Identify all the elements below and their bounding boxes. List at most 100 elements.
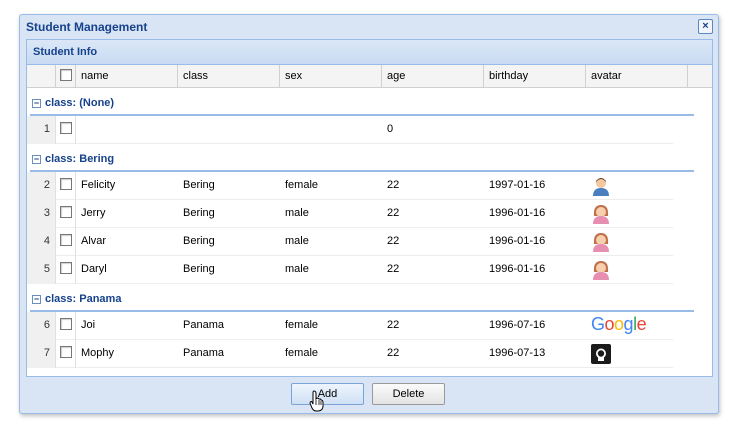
row-select-cell[interactable]: [55, 200, 76, 228]
user-female-icon: [591, 233, 611, 255]
panel-title: Student Info: [27, 40, 712, 65]
cell-avatar[interactable]: [586, 200, 671, 228]
add-button[interactable]: Add: [291, 383, 364, 405]
header-rownumber: [27, 65, 55, 88]
row-number: 4: [27, 228, 55, 256]
cell-avatar[interactable]: [586, 256, 671, 284]
collapse-icon[interactable]: −: [32, 155, 41, 164]
cell-birthday[interactable]: 1996-01-16: [484, 228, 586, 256]
group-label: class: (None): [45, 97, 115, 109]
cell-sex[interactable]: [280, 116, 382, 144]
window-header: Student Management ×: [20, 15, 718, 38]
cell-birthday[interactable]: [484, 116, 586, 144]
column-header-birthday[interactable]: birthday: [484, 65, 586, 88]
cell-name[interactable]: Felicity: [76, 172, 178, 200]
row-select-cell[interactable]: [55, 312, 76, 340]
cell-birthday[interactable]: 1997-01-16: [484, 172, 586, 200]
cell-name[interactable]: Mophy: [76, 340, 178, 368]
cell-sex[interactable]: female: [280, 312, 382, 340]
grid-header: name class sex age birthday avatar: [27, 65, 712, 88]
delete-button[interactable]: Delete: [372, 383, 445, 405]
table-row[interactable]: 6 Joi Panama female 22 1996-07-16 Google: [27, 312, 673, 340]
student-info-panel: Student Info name class sex age birthday…: [26, 39, 713, 377]
google-logo-icon: Google: [591, 314, 647, 334]
column-header-avatar[interactable]: avatar: [586, 65, 688, 88]
cell-name[interactable]: Jerry: [76, 200, 178, 228]
group-header[interactable]: − class: Bering: [27, 144, 712, 172]
student-management-window: Student Management × Student Info name c…: [19, 14, 719, 414]
cell-sex[interactable]: male: [280, 228, 382, 256]
cell-birthday[interactable]: 1996-07-16: [484, 312, 586, 340]
cell-avatar[interactable]: [586, 172, 671, 200]
cell-birthday[interactable]: 1996-07-13: [484, 340, 586, 368]
table-row[interactable]: 2 Felicity Bering female 22 1997-01-16: [27, 172, 673, 200]
cell-sex[interactable]: male: [280, 256, 382, 284]
collapse-icon[interactable]: −: [32, 99, 41, 108]
cell-birthday[interactable]: 1996-01-16: [484, 256, 586, 284]
row-checkbox[interactable]: [60, 178, 72, 190]
group-divider: [30, 170, 694, 172]
cell-age[interactable]: 22: [382, 200, 484, 228]
column-header-age[interactable]: age: [382, 65, 484, 88]
cell-sex[interactable]: female: [280, 172, 382, 200]
group-header[interactable]: − class: (None): [27, 88, 712, 116]
collapse-icon[interactable]: −: [32, 295, 41, 304]
cell-name[interactable]: Joi: [76, 312, 178, 340]
cell-class[interactable]: Bering: [178, 172, 280, 200]
github-logo-icon: [591, 344, 611, 367]
cell-sex[interactable]: male: [280, 200, 382, 228]
cell-name[interactable]: [76, 116, 178, 144]
group-header[interactable]: − class: Panama: [27, 284, 712, 312]
cell-class[interactable]: Bering: [178, 228, 280, 256]
column-header-class[interactable]: class: [178, 65, 280, 88]
cell-name[interactable]: Daryl: [76, 256, 178, 284]
select-all-checkbox[interactable]: [60, 69, 72, 81]
row-checkbox[interactable]: [60, 234, 72, 246]
row-select-cell[interactable]: [55, 256, 76, 284]
group-divider: [30, 114, 694, 116]
header-select-all[interactable]: [55, 65, 76, 88]
group-label: class: Bering: [45, 153, 115, 165]
row-select-cell[interactable]: [55, 228, 76, 256]
cell-avatar[interactable]: Google: [586, 312, 671, 340]
cell-class[interactable]: Bering: [178, 256, 280, 284]
column-header-sex[interactable]: sex: [280, 65, 382, 88]
row-checkbox[interactable]: [60, 262, 72, 274]
user-female-icon: [591, 261, 611, 283]
table-row[interactable]: 5 Daryl Bering male 22 1996-01-16: [27, 256, 673, 284]
group-divider: [30, 310, 694, 312]
row-checkbox[interactable]: [60, 122, 72, 134]
cell-class[interactable]: Panama: [178, 312, 280, 340]
cell-class[interactable]: Panama: [178, 340, 280, 368]
table-row[interactable]: 7 Mophy Panama female 22 1996-07-13: [27, 340, 673, 368]
row-select-cell[interactable]: [55, 172, 76, 200]
close-icon[interactable]: ×: [698, 19, 713, 34]
row-select-cell[interactable]: [55, 116, 76, 144]
row-select-cell[interactable]: [55, 340, 76, 368]
column-header-name[interactable]: name: [76, 65, 178, 88]
cell-avatar[interactable]: [586, 340, 671, 368]
cell-age[interactable]: 22: [382, 172, 484, 200]
cell-class[interactable]: [178, 116, 280, 144]
row-number: 7: [27, 340, 55, 368]
row-checkbox[interactable]: [60, 206, 72, 218]
cell-age[interactable]: 22: [382, 340, 484, 368]
cell-age[interactable]: 22: [382, 256, 484, 284]
hand-cursor-icon: [309, 390, 324, 412]
cell-age[interactable]: 22: [382, 312, 484, 340]
cell-birthday[interactable]: 1996-01-16: [484, 200, 586, 228]
cell-class[interactable]: Bering: [178, 200, 280, 228]
cell-age[interactable]: 22: [382, 228, 484, 256]
row-checkbox[interactable]: [60, 346, 72, 358]
cell-avatar[interactable]: [586, 228, 671, 256]
cell-age[interactable]: 0: [382, 116, 484, 144]
cell-name[interactable]: Alvar: [76, 228, 178, 256]
table-row[interactable]: 10: [27, 116, 673, 144]
cell-sex[interactable]: female: [280, 340, 382, 368]
table-row[interactable]: 4 Alvar Bering male 22 1996-01-16: [27, 228, 673, 256]
table-row[interactable]: 3 Jerry Bering male 22 1996-01-16: [27, 200, 673, 228]
cell-avatar[interactable]: [586, 116, 671, 144]
row-number: 1: [27, 116, 55, 144]
row-checkbox[interactable]: [60, 318, 72, 330]
group-label: class: Panama: [45, 293, 122, 305]
